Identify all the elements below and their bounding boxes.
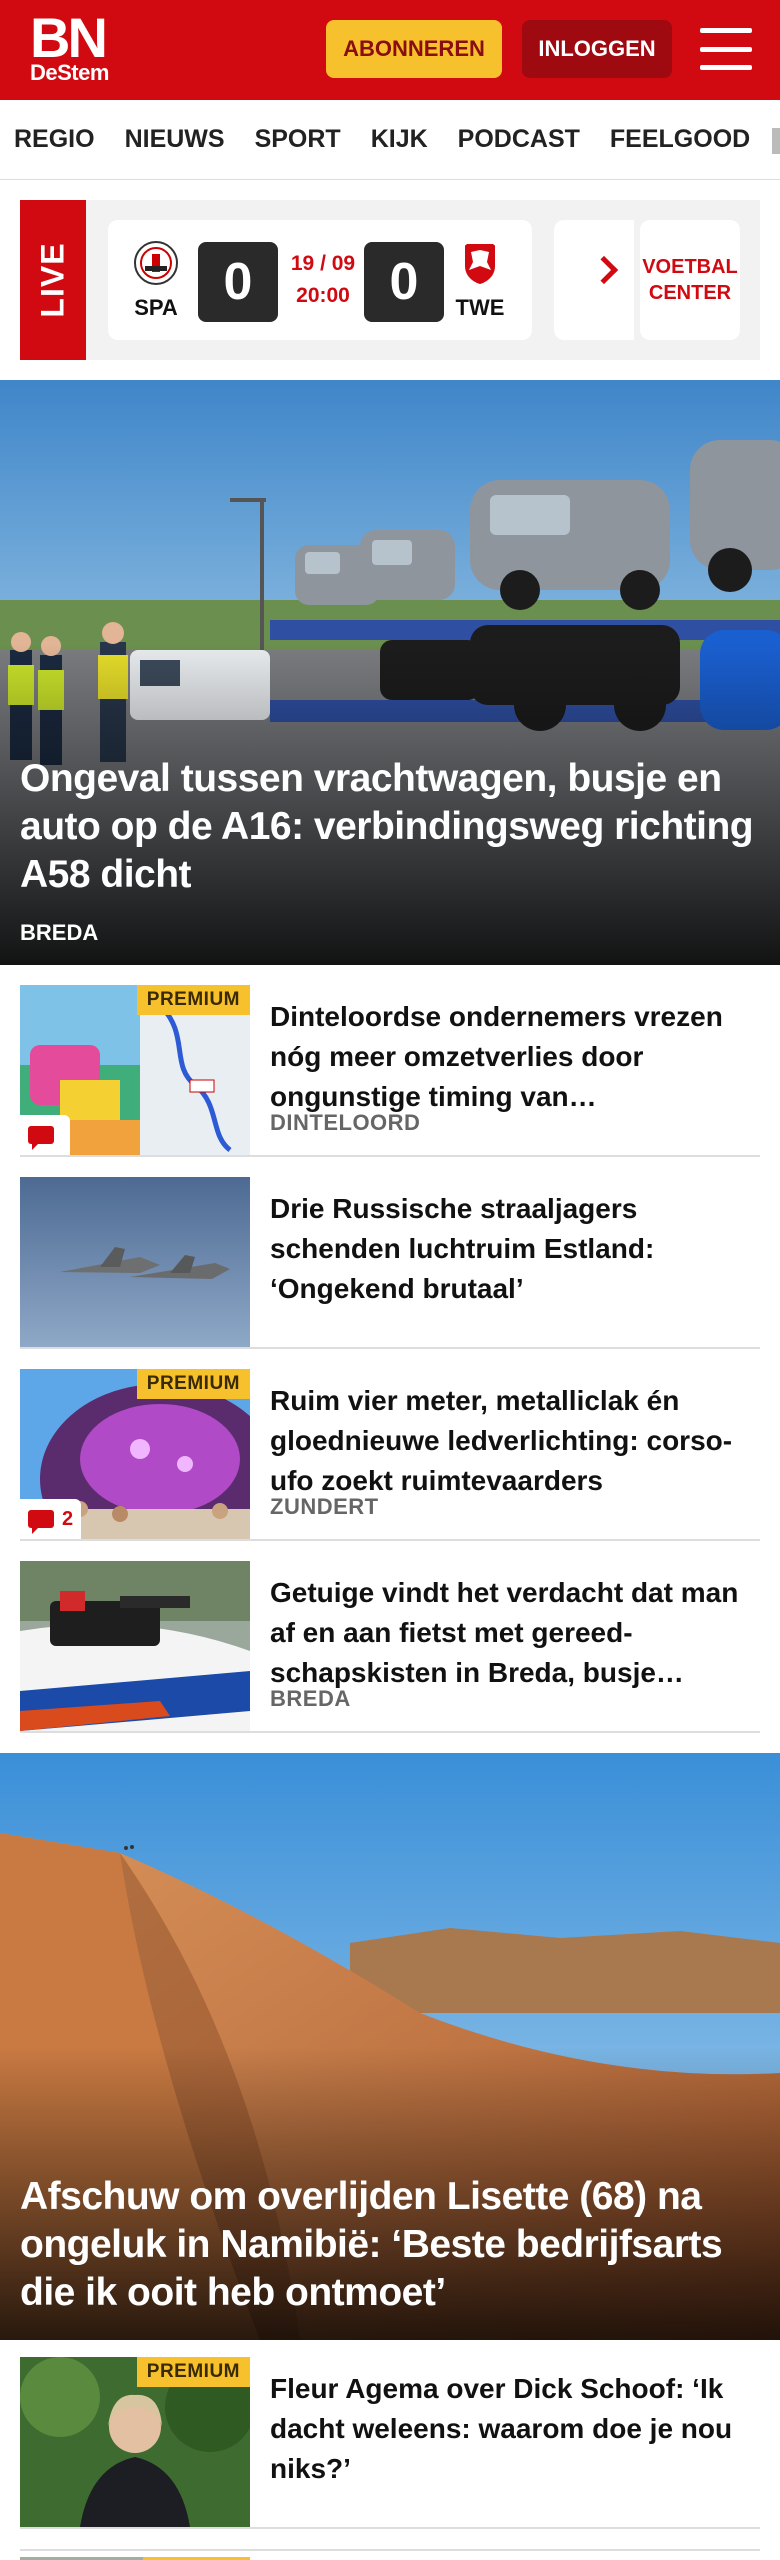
- sparta-crest-icon: [134, 241, 178, 285]
- next-match-card-edge[interactable]: [554, 220, 634, 340]
- article-location: DINTELOORD: [270, 1110, 421, 1135]
- article-row[interactable]: PREMIUM Fleur Agema over Dick Schoof: ‘I…: [20, 2357, 760, 2529]
- logo-sub-text: DeStem: [30, 60, 109, 85]
- article-thumbnail: PREMIUM: [20, 985, 250, 1155]
- away-score: 0: [364, 242, 444, 322]
- thumbnail-fighter-jets: [20, 1177, 250, 1347]
- voetbal-center-link[interactable]: VOETBAL CENTER: [640, 220, 740, 340]
- comment-count[interactable]: 2: [20, 1499, 82, 1539]
- home-team: SPA: [126, 240, 186, 321]
- premium-badge: PREMIUM: [136, 2357, 250, 2387]
- article-row[interactable]: PREMIUM 2 Ruim vier meter, metalliclak é…: [20, 1369, 760, 1541]
- top-bar: BN DeStem ABONNEREN INLOGGEN: [0, 0, 780, 100]
- thumbnail-police-car: [20, 1561, 250, 1731]
- article-row[interactable]: PREMIUM Dinteloordse ondernemers vrezen …: [20, 985, 760, 1157]
- twente-crest-icon: [465, 244, 495, 284]
- nav-item-nieuws[interactable]: NIEUWS: [125, 125, 225, 154]
- away-team-code: TWE: [455, 295, 505, 320]
- match-datetime: 19 / 09 20:00: [288, 248, 358, 312]
- login-button[interactable]: INLOGGEN: [522, 20, 672, 78]
- logo-main-text: BN: [30, 6, 108, 69]
- away-team: TWE: [450, 240, 510, 321]
- nav-item-kijk[interactable]: KIJK: [371, 125, 428, 154]
- premium-badge: PREMIUM: [136, 1369, 250, 1399]
- home-team-code: SPA: [134, 295, 178, 320]
- nav-item-regio[interactable]: REGIO: [14, 125, 95, 154]
- article-headline[interactable]: Dinteloordse ondernemers vrezen nóg meer…: [270, 997, 760, 1117]
- home-score: 0: [198, 242, 278, 322]
- hero-article-accident[interactable]: Ongeval tussen vrachtwagen, busje en aut…: [0, 380, 780, 965]
- premium-badge: PREMIUM: [136, 985, 250, 1015]
- nav-overflow-indicator: [772, 128, 780, 154]
- nav-item-sport[interactable]: SPORT: [255, 125, 341, 154]
- hero-headline[interactable]: Afschuw om overlijden Lisette (68) na on…: [20, 2173, 760, 2317]
- article-row[interactable]: Drie Russische straaljagers schenden luc…: [20, 1177, 760, 1349]
- article-location: BREDA: [270, 1686, 351, 1711]
- article-headline[interactable]: Drie Russische straaljagers schenden luc…: [270, 1189, 760, 1309]
- hero-article-namibia[interactable]: Afschuw om overlijden Lisette (68) na on…: [0, 1753, 780, 2340]
- hero-location: BREDA: [20, 920, 99, 945]
- match-card[interactable]: SPA 0 19 / 09 20:00 0 TWE: [108, 220, 532, 340]
- comment-count[interactable]: [20, 1115, 70, 1155]
- nav-item-podcast[interactable]: PODCAST: [458, 125, 580, 154]
- article-thumbnail: PREMIUM 2: [20, 1369, 250, 1539]
- section-nav: REGIO NIEUWS SPORT KIJK PODCAST FEELGOOD: [0, 100, 780, 180]
- article-row[interactable]: Getuige vindt het verdacht dat man af en…: [20, 1561, 760, 1733]
- match-time: 20:00: [296, 284, 350, 307]
- nav-item-feelgood[interactable]: FEELGOOD: [610, 125, 750, 154]
- live-scores-strip: LIVE SPA 0 19 / 09 20:00 0 TWE VOETBAL C…: [20, 200, 760, 360]
- hamburger-menu-icon[interactable]: [700, 24, 752, 74]
- article-thumbnail: PREMIUM: [20, 2357, 250, 2527]
- site-logo[interactable]: BN DeStem: [30, 6, 109, 85]
- subscribe-button[interactable]: ABONNEREN: [326, 20, 502, 78]
- article-thumbnail: [20, 1177, 250, 1347]
- article-headline[interactable]: Getuige vindt het verdacht dat man af en…: [270, 1573, 760, 1693]
- article-headline[interactable]: Fleur Agema over Dick Schoof: ‘Ik dacht …: [270, 2369, 760, 2489]
- article-headline[interactable]: Ruim vier meter, metalliclak én gloednie…: [270, 1381, 760, 1501]
- article-location: ZUNDERT: [270, 1494, 379, 1519]
- article-thumbnail: [20, 1561, 250, 1731]
- match-date: 19 / 09: [290, 252, 356, 275]
- comment-bubble-icon: [28, 1510, 54, 1534]
- comment-bubble-icon: [28, 1126, 54, 1150]
- hero-headline[interactable]: Ongeval tussen vrachtwagen, busje en aut…: [20, 755, 760, 899]
- live-label: LIVE: [20, 200, 86, 360]
- article-row-next-edge: [20, 2549, 760, 2560]
- comment-count-value: 2: [62, 1507, 74, 1530]
